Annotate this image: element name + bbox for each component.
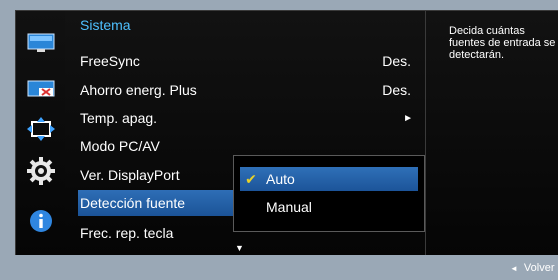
menu-item-label: FreeSync (80, 53, 140, 69)
category-icon-bar (15, 10, 67, 257)
size-position-icon[interactable] (16, 111, 66, 147)
menu-item-label: Ver. DisplayPort (80, 167, 180, 183)
menu-item-value: Des. (382, 53, 411, 69)
menu-item-label: Detección fuente (80, 195, 186, 211)
scroll-down-icon[interactable]: ▼ (235, 243, 244, 253)
bottom-bar: ◄ Volver (0, 255, 558, 280)
menu-item-eco-saving[interactable]: Ahorro energ. Plus Des. (78, 77, 423, 103)
color-icon[interactable] (16, 71, 66, 107)
monitor-osd: Sistema FreeSync Des. Ahorro energ. Plus… (0, 0, 558, 280)
system-gear-icon[interactable] (16, 153, 66, 189)
picture-icon[interactable] (16, 25, 66, 61)
menu-item-label: Temp. apag. (80, 110, 158, 126)
info-icon[interactable] (16, 203, 66, 239)
check-icon: ✔ (245, 170, 257, 187)
back-button[interactable]: ◄ Volver (510, 262, 555, 274)
help-panel: Decida cuántas fuentes de entrada se det… (425, 10, 558, 257)
source-detection-submenu: ✔ Auto Manual (233, 155, 425, 232)
option-label: Manual (266, 199, 312, 215)
submenu-arrow-icon: ► (403, 112, 413, 124)
menu-item-label: Ahorro energ. Plus (80, 82, 197, 98)
back-arrow-icon: ◄ (510, 264, 518, 273)
option-manual[interactable]: Manual (240, 195, 418, 219)
back-label: Volver (523, 262, 555, 274)
menu-item-off-timer[interactable]: Temp. apag. ► (78, 105, 423, 131)
menu-item-source-detection[interactable]: Detección fuente (78, 190, 238, 216)
option-auto[interactable]: ✔ Auto (240, 167, 418, 191)
menu-item-label: Frec. rep. tecla (80, 225, 174, 241)
menu-item-label: Modo PC/AV (80, 138, 160, 154)
menu-item-freesync[interactable]: FreeSync Des. (78, 48, 423, 74)
option-label: Auto (266, 171, 295, 187)
panel-title: Sistema (80, 17, 131, 33)
help-text: Decida cuántas fuentes de entrada se det… (449, 25, 556, 61)
menu-item-value: Des. (382, 82, 411, 98)
